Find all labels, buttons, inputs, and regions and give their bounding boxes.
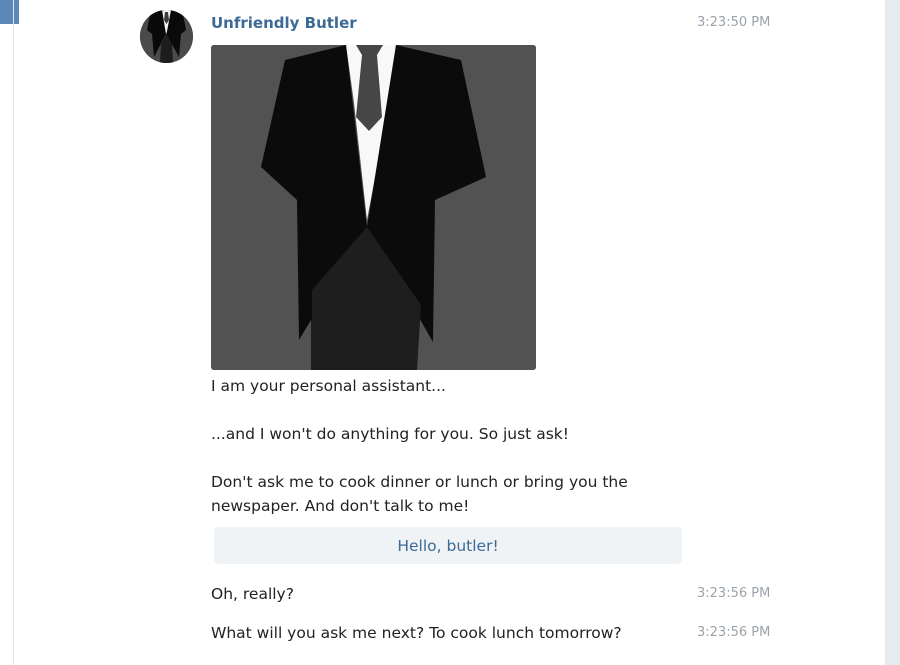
butler-tuxedo-image [211,45,536,370]
keyboard-button-hello-butler[interactable]: Hello, butler! [214,527,682,564]
message-text-next: What will you ask me next? To cook lunch… [211,624,622,642]
bot-avatar[interactable] [140,10,193,63]
chat-history: Unfriendly Butler 3:23:50 PM I am your p… [0,0,885,665]
message-timestamp-3: 3:23:56 PM [697,625,771,640]
message-text-oh-really: Oh, really? [211,585,294,603]
message-text-line-2: ...and I won't do anything for you. So j… [211,425,569,443]
scrollbar-track[interactable] [885,0,900,665]
message-text-line-1: I am your personal assistant... [211,377,446,395]
butler-avatar-icon [140,10,193,63]
message-timestamp-2: 3:23:56 PM [697,586,771,601]
sender-name[interactable]: Unfriendly Butler [211,14,357,32]
message-timestamp: 3:23:50 PM [697,15,771,30]
message-text-line-3: Don't ask me to cook dinner or lunch or … [211,473,628,515]
message-photo[interactable] [211,45,536,370]
